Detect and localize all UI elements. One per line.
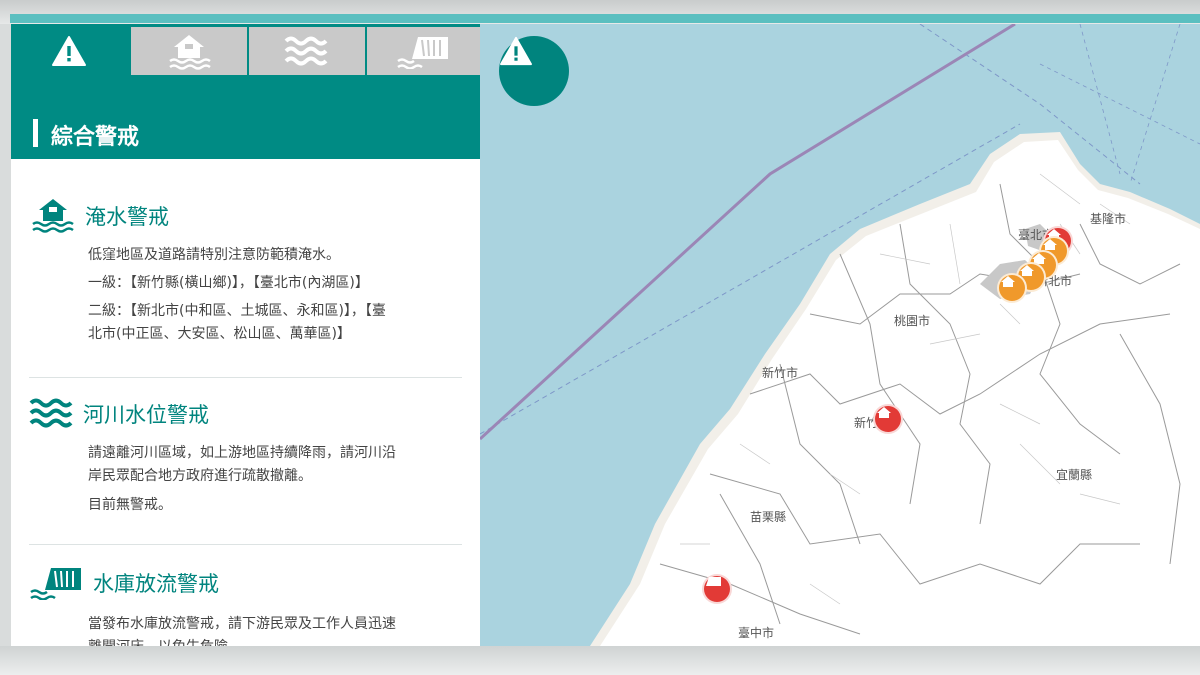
flood-section-title: 淹水警戒	[85, 205, 169, 229]
river-status: 目前無警戒。	[88, 497, 172, 513]
panel-header: 綜合警戒	[11, 77, 480, 159]
tab-river[interactable]	[249, 27, 365, 75]
bottom-bar	[0, 646, 1200, 675]
map-base	[480, 24, 1200, 646]
alert-content: 淹水警戒 低窪地區及道路請特別注意防範積淹水。 一級：【新竹縣(橫山鄉)】，【臺…	[11, 159, 480, 646]
place-hsinchu-city: 新竹市	[762, 366, 799, 380]
reservoir-section-title: 水庫放流警戒	[93, 572, 219, 596]
river-description-line1: 請遠離河川區域，如上游地區持續降雨，請河川沿	[88, 445, 396, 461]
reservoir-marker[interactable]	[702, 574, 732, 604]
place-taichung: 臺中市	[738, 626, 775, 640]
panel-title: 綜合警戒	[51, 125, 140, 150]
place-miaoli: 苗栗縣	[750, 510, 787, 524]
reservoir-description-line1: 當發布水庫放流警戒，請下游民眾及工作人員迅速	[88, 616, 396, 632]
flood-marker[interactable]	[873, 404, 903, 434]
tab-overall-alert[interactable]	[11, 24, 127, 77]
tab-reservoir[interactable]	[367, 27, 480, 75]
dam-icon	[706, 577, 721, 586]
river-section-title: 河川水位警戒	[83, 403, 209, 427]
alert-map[interactable]: 基隆市 臺北市 新北市 桃園市 新竹市 新竹縣 宜蘭縣 苗栗縣 臺中市	[480, 24, 1200, 646]
flood-house-icon	[169, 35, 211, 70]
river-description-line2: 岸民眾配合地方政府進行疏散撤離。	[88, 468, 312, 484]
map-alert-button[interactable]	[499, 36, 569, 106]
flood-level2-line2: 北市(中正區、大安區、松山區、萬華區)】	[88, 326, 351, 342]
flood-house-icon	[1001, 276, 1015, 287]
dam-icon	[396, 37, 448, 69]
place-taoyuan: 桃園市	[894, 314, 931, 328]
tab-flood[interactable]	[131, 27, 247, 75]
top-accent-strip	[10, 14, 1200, 23]
water-waves-icon	[29, 398, 73, 428]
section-divider	[29, 544, 462, 545]
dam-icon	[30, 568, 81, 600]
flood-house-icon	[32, 199, 74, 233]
flood-marker[interactable]	[997, 273, 1027, 303]
alert-tabs	[11, 24, 480, 77]
flood-level1: 一級：【新竹縣(橫山鄉)】，【臺北市(內湖區)】	[88, 275, 369, 291]
place-yilan: 宜蘭縣	[1056, 468, 1093, 482]
place-keelung: 基隆市	[1090, 212, 1127, 226]
alert-panel: 綜合警戒 淹水警戒 低窪地區及道路請特別注意防範積淹水。 一級：【新竹縣(橫山鄉…	[11, 24, 480, 646]
flood-description: 低窪地區及道路請特別注意防範積淹水。	[88, 247, 340, 263]
flood-level2-line1: 二級：【新北市(中和區、土城區、永和區)】，【臺	[88, 303, 386, 319]
title-accent-bar	[33, 119, 38, 147]
reservoir-description-line2: 離開河床，以免生危險。	[88, 635, 242, 646]
section-divider	[29, 377, 462, 378]
alert-icon	[500, 36, 532, 66]
water-waves-icon	[284, 36, 328, 66]
alert-icon	[52, 35, 86, 66]
flood-house-icon	[877, 407, 891, 418]
top-bar	[0, 0, 1200, 24]
